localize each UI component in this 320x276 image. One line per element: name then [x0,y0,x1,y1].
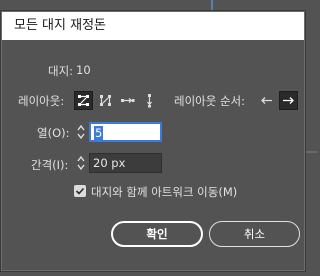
grid-by-row-button[interactable] [74,91,93,110]
grid-by-column-icon [100,95,111,106]
ok-button[interactable]: 확인 [111,221,203,247]
artboards-count: 10 [76,63,91,77]
background-guide-line [211,0,213,10]
grid-by-column-button[interactable] [96,91,115,110]
spacing-value: 20 px [93,156,126,170]
grid-by-row-icon [78,95,89,106]
artboards-label: 대지: [48,64,74,78]
cancel-button[interactable]: 취소 [209,221,300,247]
arrange-by-column-button[interactable] [140,91,159,110]
right-arrow-icon [283,97,294,104]
rearrange-artboards-dialog: 모든 대지 재정돈 대지: 10 레이아웃: 레이아웃 순서: 열(O): 5 … [0,10,306,272]
spacing-label: 간격(I): [31,158,69,172]
spacing-stepper-icon[interactable] [75,153,87,173]
spacing-input[interactable]: 20 px [89,153,162,173]
left-arrow-icon [261,97,272,104]
layout-order-left-to-right-button[interactable] [257,91,276,110]
dialog-title: 모든 대지 재정돈 [2,12,304,40]
checkmark-icon [75,187,85,195]
columns-label: 열(O): [37,126,70,140]
layout-order-right-to-left-button[interactable] [279,91,298,110]
move-artwork-checkbox[interactable] [74,185,86,197]
arrange-by-column-icon [147,94,152,108]
columns-value: 5 [94,126,104,140]
columns-input[interactable]: 5 [89,122,162,142]
layout-label: 레이아웃: [18,94,65,108]
move-artwork-label[interactable]: 대지와 함께 아트워크 이동(M) [91,184,237,200]
arrange-by-row-icon [121,98,135,103]
columns-stepper-icon[interactable] [75,122,87,142]
arrange-by-row-button[interactable] [118,91,137,110]
layout-order-label: 레이아웃 순서: [174,94,246,108]
